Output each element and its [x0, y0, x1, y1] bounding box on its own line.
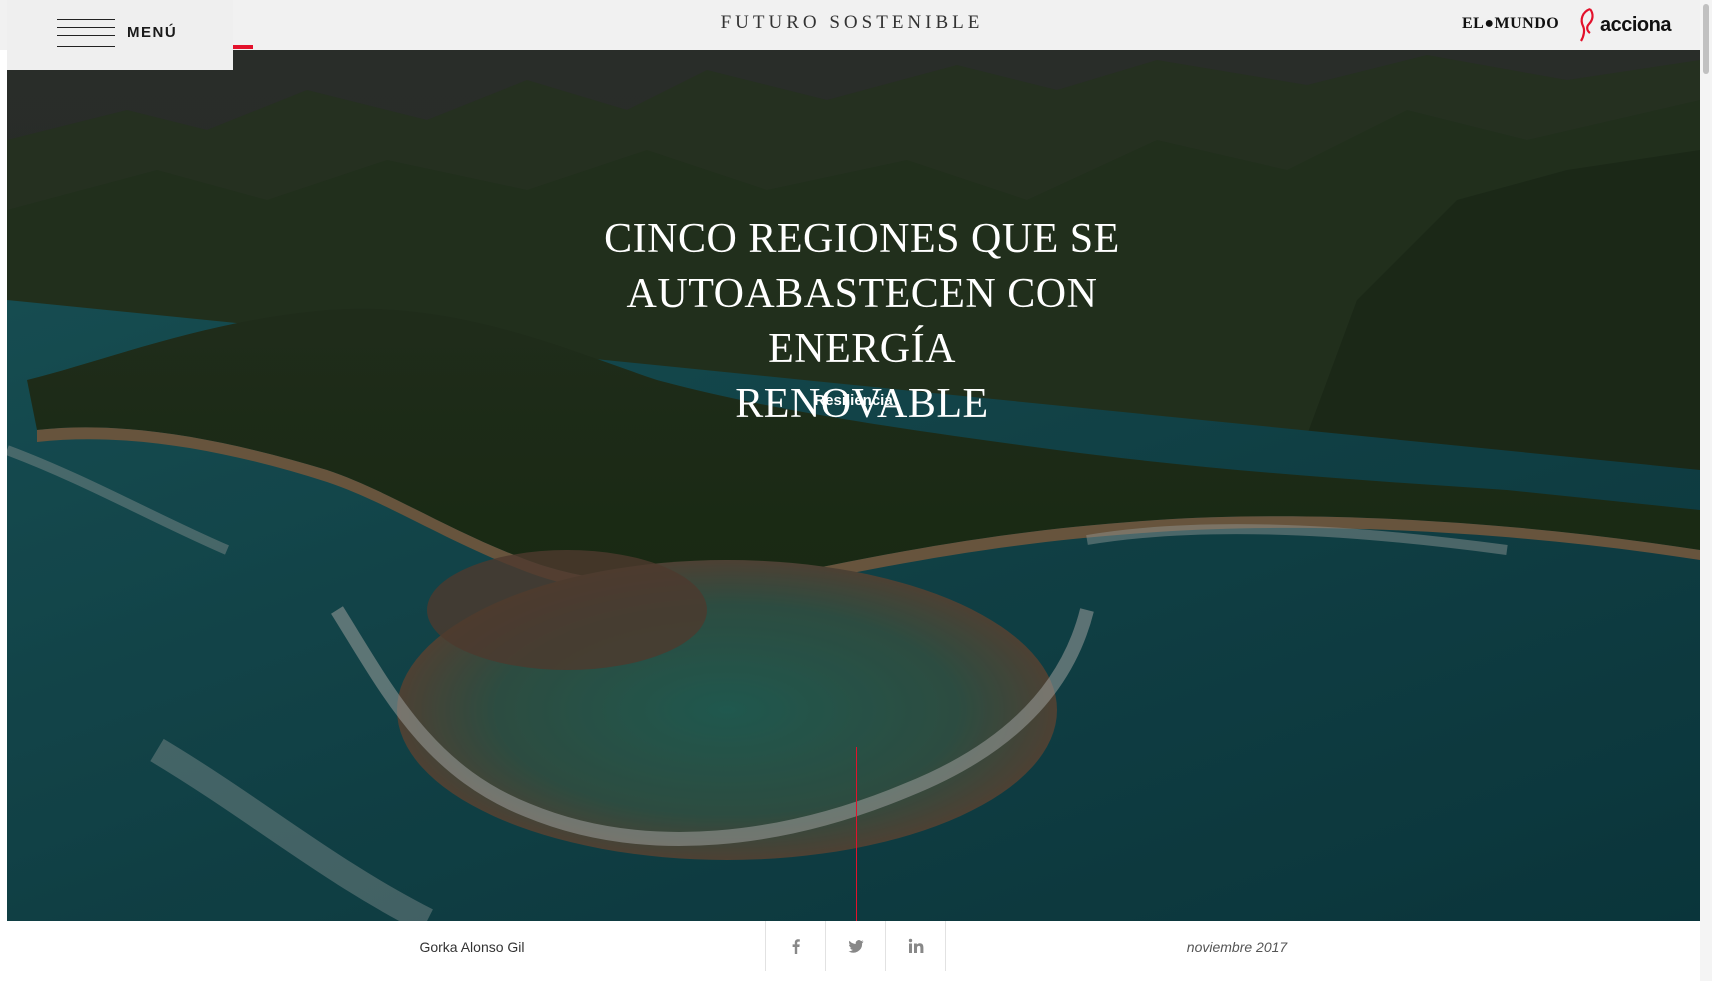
acciona-mark-icon [1580, 7, 1594, 42]
publish-date: noviembre 2017 [1186, 939, 1288, 955]
hero-dark-overlay [7, 50, 1700, 921]
article-meta-bar: Gorka Alonso Gil noviembre 2017 [7, 921, 1700, 971]
facebook-icon [792, 939, 800, 954]
acciona-wordmark: acciona [1600, 13, 1671, 36]
top-header: FUTURO SOSTENIBLE EL●MUNDO acciona [0, 0, 1712, 50]
menu-button[interactable]: MENÚ [7, 0, 233, 70]
share-twitter-button[interactable] [825, 921, 885, 971]
hero-banner: CINCO REGIONES QUE SE AUTOABASTECEN CON … [7, 50, 1700, 921]
linkedin-icon [908, 938, 923, 953]
article-title-line-2: AUTOABASTECEN CON ENERGÍA [626, 271, 1098, 372]
twitter-icon [848, 940, 863, 953]
acciona-logo[interactable]: acciona [1576, 6, 1671, 44]
elmundo-logo[interactable]: EL●MUNDO [1462, 15, 1559, 33]
page-scrollbar[interactable] [1700, 0, 1712, 981]
site-title[interactable]: FUTURO SOSTENIBLE [0, 12, 1704, 34]
menu-label: MENÚ [127, 24, 178, 41]
share-linkedin-button[interactable] [885, 921, 946, 971]
category-link[interactable]: Resiliencia [7, 392, 1700, 409]
menu-accent-bar [233, 45, 253, 49]
page: FUTURO SOSTENIBLE EL●MUNDO acciona MENÚ [0, 0, 1712, 981]
share-facebook-button[interactable] [765, 921, 825, 971]
article-title-line-1: CINCO REGIONES QUE SE [604, 216, 1120, 262]
scroll-indicator-line [856, 747, 857, 921]
scrollbar-thumb[interactable] [1703, 4, 1709, 74]
hamburger-icon [57, 19, 115, 47]
share-buttons [765, 921, 946, 971]
